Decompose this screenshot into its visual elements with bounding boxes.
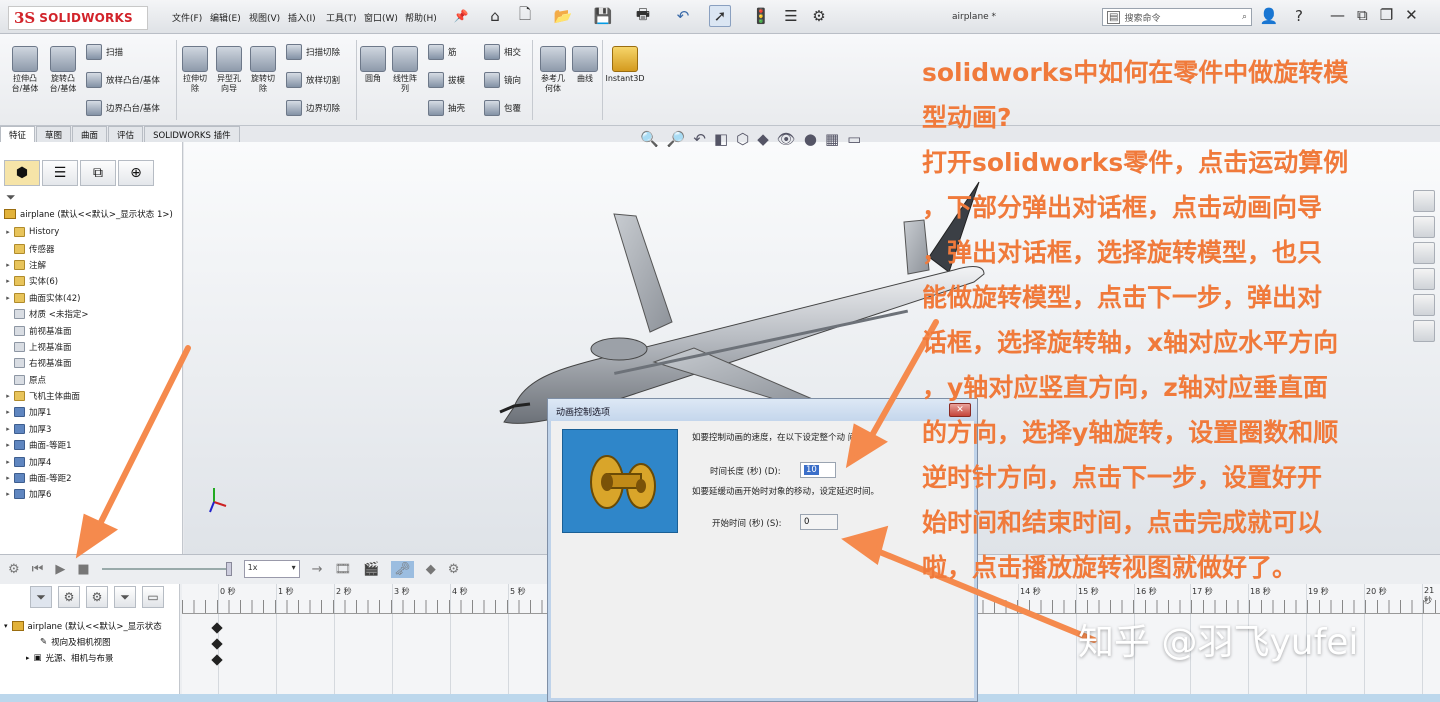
- overlay-text-line: 逆时针方向，点击下一步，设置好开: [922, 463, 1323, 492]
- overlay-text-line: 打开solidworks零件，点击运动算例: [922, 148, 1349, 177]
- arrowhead-icon: [75, 513, 119, 559]
- arrow-to-wizard: [93, 345, 191, 535]
- overlay-text-line: 能做旋转模型，点击下一步，弹出对: [922, 283, 1323, 312]
- overlay-text-line: ，弹出对话框，选择旋转模型，也只: [922, 238, 1323, 267]
- overlay-text-line: 啦，点击播放旋转视图就做好了。: [922, 553, 1298, 582]
- tutorial-overlay-text: solidworks中如何在零件中做旋转模 型动画? 打开solidworks零件，…: [922, 50, 1440, 590]
- overlay-text-line: ，y轴对应竖直方向，z轴对应垂直面: [922, 373, 1328, 402]
- overlay-text-line: 话框，选择旋转轴，x轴对应水平方向: [922, 328, 1339, 357]
- arrowhead-icon: [845, 423, 888, 469]
- overlay-text-line: 型动画?: [922, 103, 1012, 132]
- arrowhead-icon: [841, 525, 889, 565]
- overlay-text-line: solidworks中如何在零件中做旋转模: [922, 58, 1349, 87]
- overlay-text-line: ，下部分弹出对话框，点击动画向导: [922, 193, 1323, 222]
- overlay-text-line: 始时间和结束时间，点击完成就可以: [922, 508, 1323, 537]
- zhihu-watermark: 知乎 @羽飞yufei: [1078, 622, 1359, 663]
- overlay-text-line: 的方向，选择y轴旋转，设置圈数和顺: [922, 418, 1339, 447]
